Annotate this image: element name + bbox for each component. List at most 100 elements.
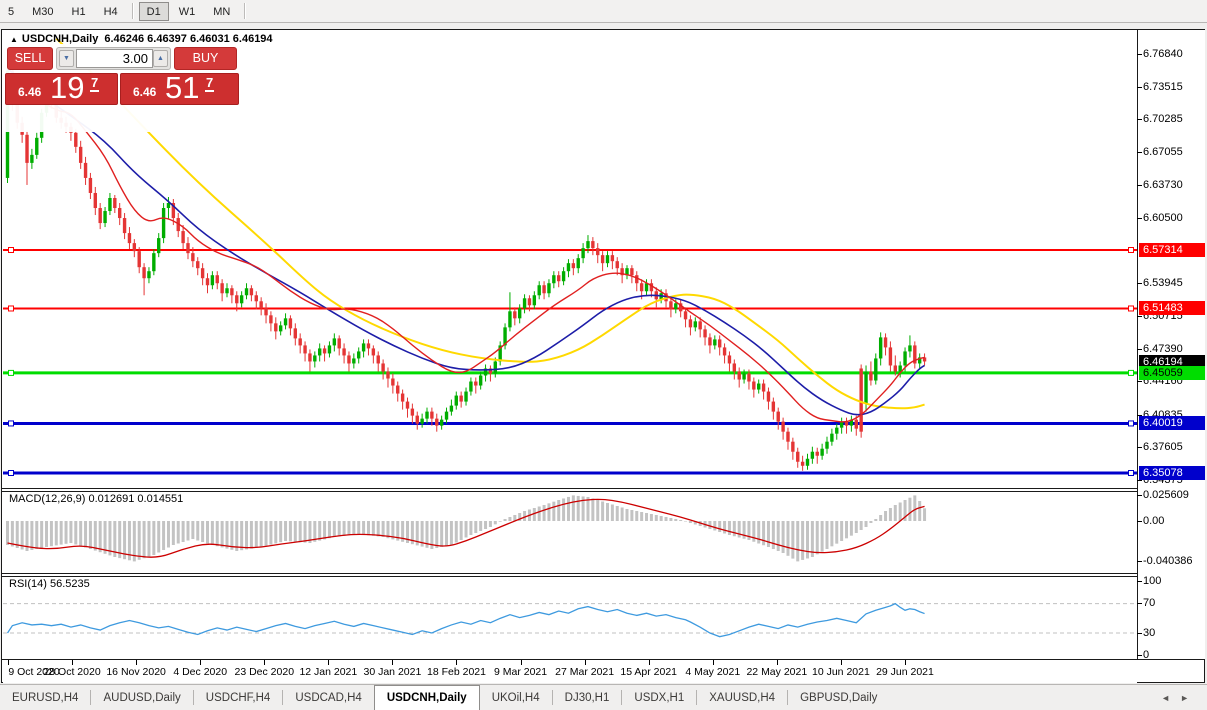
time-axis-label: 30 Jan 2021 <box>357 666 427 678</box>
tab-usdchf-h4[interactable]: USDCHF,H4 <box>194 685 283 710</box>
tab-dj30-h1[interactable]: DJ30,H1 <box>553 685 622 710</box>
macd-axis-label: -0.040386 <box>1143 555 1193 567</box>
sell-price-button[interactable]: 6.46 19 7 <box>5 73 118 105</box>
price-level-badge: 6.40019 <box>1139 416 1205 430</box>
time-axis-label: 16 Nov 2020 <box>101 666 171 678</box>
time-tick <box>905 660 906 665</box>
time-axis-label: 15 Apr 2021 <box>614 666 684 678</box>
time-tick <box>585 660 586 665</box>
price-axis-label: 6.60500 <box>1143 212 1183 224</box>
time-tick <box>777 660 778 665</box>
price-level-badge: 6.51483 <box>1139 301 1205 315</box>
timeframe-button-d1[interactable]: D1 <box>139 2 169 21</box>
pane-divider[interactable] <box>2 576 1204 577</box>
chart-window: ▲USDCNH,Daily6.46246 6.46397 6.46031 6.4… <box>1 29 1205 683</box>
rsi-axis-label: 100 <box>1143 575 1161 587</box>
rsi-indicator-label: RSI(14) 56.5235 <box>9 578 90 590</box>
pane-divider[interactable] <box>2 488 1204 489</box>
horizontal-level-lines <box>3 248 1137 476</box>
volume-increase-icon[interactable]: ▲ <box>153 50 168 67</box>
time-axis-label: 18 Feb 2021 <box>421 666 491 678</box>
pane-divider[interactable] <box>2 573 1204 574</box>
symbol-tab-bar: EURUSD,H4AUDUSD,DailyUSDCHF,H4USDCAD,H4U… <box>0 684 1207 710</box>
timeframe-button-h1[interactable]: H1 <box>64 2 94 21</box>
toolbar-separator <box>132 3 133 19</box>
time-tick <box>841 660 842 665</box>
price-level-badge: 6.35078 <box>1139 466 1205 480</box>
sell-button[interactable]: SELL <box>7 47 53 70</box>
time-axis-label: 29 Jun 2021 <box>870 666 940 678</box>
timeframe-button-w1[interactable]: W1 <box>171 2 204 21</box>
buy-price-point: 7 <box>205 75 214 92</box>
buy-price-button[interactable]: 6.46 51 7 <box>120 73 239 105</box>
macd-tick <box>1137 495 1142 496</box>
price-axis-label: 6.37605 <box>1143 441 1183 453</box>
price-tick <box>1137 381 1142 382</box>
tab-usdcad-h4[interactable]: USDCAD,H4 <box>283 685 373 710</box>
tab-xauusd-h4[interactable]: XAUUSD,H4 <box>697 685 787 710</box>
tab-ukoil-h4[interactable]: UKOil,H4 <box>480 685 552 710</box>
tab-scroll-nav: ◄► <box>1161 685 1207 710</box>
price-axis-label: 6.47390 <box>1143 343 1183 355</box>
timeframe-button-h4[interactable]: H4 <box>96 2 126 21</box>
rsi-pane[interactable] <box>3 577 1137 659</box>
timeframe-button-5[interactable]: 5 <box>0 2 22 21</box>
time-axis-label: 28 Oct 2020 <box>37 666 107 678</box>
buy-button[interactable]: BUY <box>174 47 237 70</box>
time-tick <box>521 660 522 665</box>
sell-price-point: 7 <box>90 75 99 92</box>
tab-eurusd-h4[interactable]: EURUSD,H4 <box>0 685 90 710</box>
price-tick <box>1137 87 1142 88</box>
tab-gbpusd-daily[interactable]: GBPUSD,Daily <box>788 685 889 710</box>
tab-audusd-daily[interactable]: AUDUSD,Daily <box>91 685 192 710</box>
time-tick <box>392 660 393 665</box>
one-click-trade-panel: SELL ▼ ▲ BUY 6.46 19 7 6.46 51 7 <box>4 44 240 132</box>
price-tick <box>1137 349 1142 350</box>
time-tick <box>713 660 714 665</box>
timeframe-button-mn[interactable]: MN <box>205 2 238 21</box>
price-axis-label: 6.70285 <box>1143 113 1183 125</box>
time-tick <box>649 660 650 665</box>
price-tick <box>1137 316 1142 317</box>
volume-decrease-icon[interactable]: ▼ <box>59 50 74 67</box>
rsi-tick <box>1137 655 1142 656</box>
time-axis-label: 23 Dec 2020 <box>229 666 299 678</box>
collapse-chart-icon[interactable]: ▲ <box>10 35 18 44</box>
price-tick <box>1137 54 1142 55</box>
price-tick <box>1137 185 1142 186</box>
rsi-tick <box>1137 633 1142 634</box>
tab-usdx-h1[interactable]: USDX,H1 <box>622 685 696 710</box>
time-axis-label: 12 Jan 2021 <box>293 666 363 678</box>
timeframe-toolbar: 5M30H1H4 D1W1MN <box>0 0 1207 23</box>
price-axis-label: 6.73515 <box>1143 81 1183 93</box>
sell-price-pips: 19 <box>50 70 84 106</box>
rsi-line <box>8 604 925 637</box>
pane-divider[interactable] <box>2 491 1204 492</box>
toolbar-separator <box>244 3 245 19</box>
timeframe-button-m30[interactable]: M30 <box>24 2 61 21</box>
volume-stepper: ▼ ▲ <box>56 47 171 70</box>
time-axis-label: 4 May 2021 <box>678 666 748 678</box>
macd-tick <box>1137 561 1142 562</box>
time-axis[interactable]: 9 Oct 202028 Oct 202016 Nov 20204 Dec 20… <box>3 660 1137 683</box>
price-axis-label: 6.76840 <box>1143 48 1183 60</box>
rsi-axis-label: 30 <box>1143 627 1155 639</box>
time-tick <box>200 660 201 665</box>
tab-scroll-left-icon[interactable]: ◄ <box>1161 693 1170 703</box>
tab-usdcnh-daily[interactable]: USDCNH,Daily <box>374 685 480 710</box>
time-tick <box>264 660 265 665</box>
price-tick <box>1137 447 1142 448</box>
time-tick <box>328 660 329 665</box>
price-tick <box>1137 119 1142 120</box>
macd-indicator-label: MACD(12,26,9) 0.012691 0.014551 <box>9 493 183 505</box>
sell-price-prefix: 6.46 <box>18 85 41 99</box>
volume-input[interactable] <box>76 49 153 68</box>
price-axis-label: 6.67055 <box>1143 146 1183 158</box>
time-axis-label: 22 May 2021 <box>742 666 812 678</box>
price-tick <box>1137 218 1142 219</box>
macd-histogram <box>8 495 925 561</box>
rsi-axis-label: 70 <box>1143 597 1155 609</box>
price-level-badge: 6.45059 <box>1139 366 1205 380</box>
tab-scroll-right-icon[interactable]: ► <box>1180 693 1189 703</box>
time-axis-label: 27 Mar 2021 <box>550 666 620 678</box>
